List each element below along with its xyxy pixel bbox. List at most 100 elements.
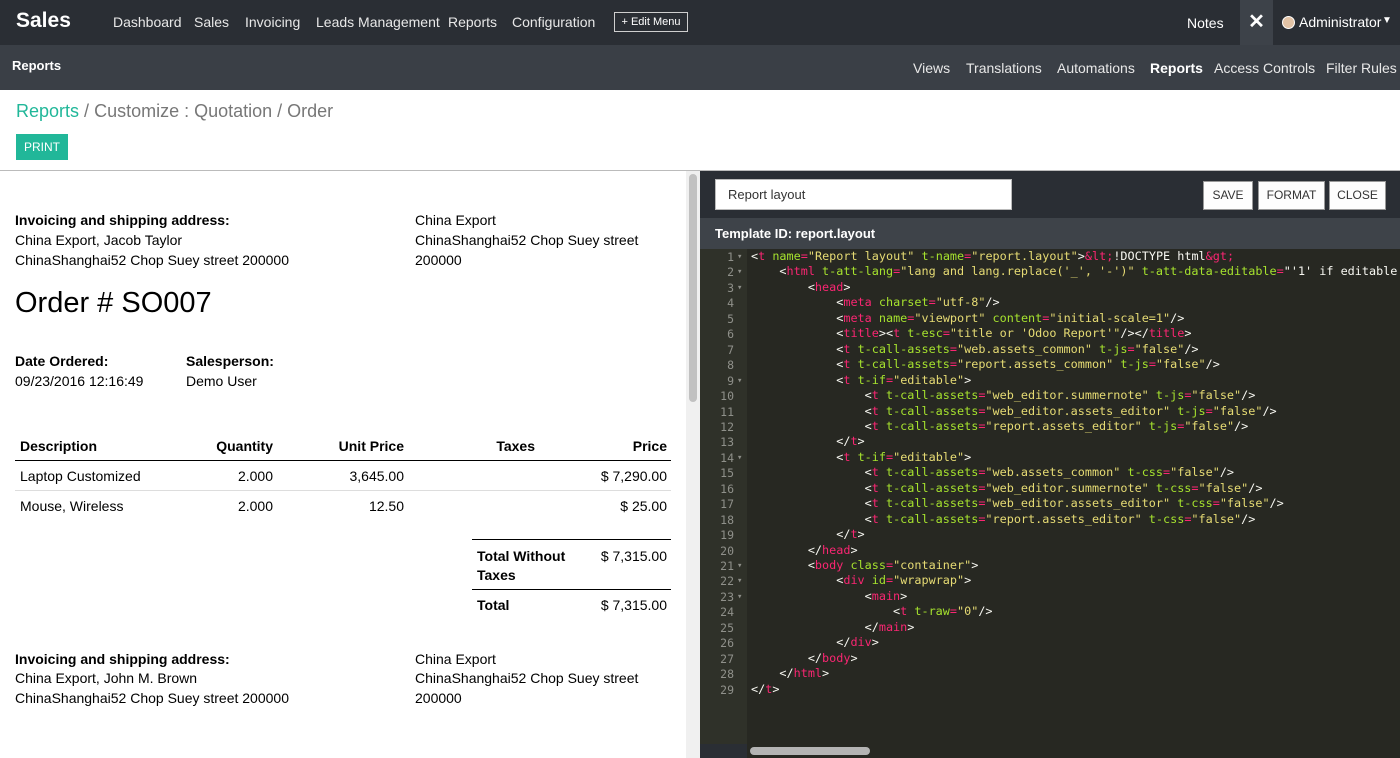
notes-link[interactable]: Notes — [1187, 15, 1224, 31]
code-line[interactable]: <t t-call-assets="web_editor.assets_edit… — [751, 404, 1277, 418]
line-number: 20 — [720, 543, 734, 558]
fold-toggle-icon[interactable]: ▾ — [737, 252, 742, 262]
code-line[interactable]: <t t-call-assets="report.assets_editor" … — [751, 419, 1249, 433]
code-line[interactable]: <main> — [751, 589, 908, 603]
code-line[interactable]: <t t-call-assets="web_editor.assets_edit… — [751, 496, 1284, 510]
code-line[interactable]: <t t-raw="0"/> — [751, 604, 993, 618]
menu-leads-management[interactable]: Leads Management — [316, 14, 440, 30]
code-line[interactable]: <t t-call-assets="report.assets_common" … — [751, 357, 1220, 371]
line-number: 27 — [720, 651, 734, 666]
line-number: 9 — [727, 373, 734, 388]
template-id: Template ID: report.layout — [715, 226, 876, 241]
table-header-unit-price: Unit Price — [338, 438, 404, 454]
app-title[interactable]: Sales — [16, 9, 71, 33]
company-address: 200000 — [415, 690, 462, 706]
line-number: 7 — [727, 342, 734, 357]
code-line[interactable]: </main> — [751, 620, 915, 634]
user-menu[interactable]: Administrator — [1299, 14, 1381, 30]
address-line: China Export, Jacob Taylor — [15, 232, 183, 248]
close-button[interactable]: CLOSE — [1329, 181, 1386, 210]
fold-toggle-icon[interactable]: ▾ — [737, 283, 742, 293]
line-number: 10 — [720, 389, 734, 404]
code-line[interactable]: <t t-call-assets="web.assets_common" t-c… — [751, 465, 1234, 479]
address-line: ChinaShanghai52 Chop Suey street 200000 — [15, 252, 289, 268]
menu-reports[interactable]: Reports — [448, 14, 497, 30]
salesperson-label: Salesperson: — [186, 353, 274, 369]
code-line[interactable]: <title><t t-esc="title or 'Odoo Report'"… — [751, 326, 1191, 340]
table-header-description: Description — [20, 438, 98, 454]
line-number: 26 — [720, 636, 734, 651]
breadcrumb-current: Customize : Quotation / Order — [94, 101, 334, 121]
code-line[interactable]: </body> — [751, 651, 858, 665]
code-line[interactable]: <t t-call-assets="web_editor.summernote"… — [751, 388, 1256, 402]
preview-scrollbar-thumb[interactable] — [689, 174, 697, 402]
line-number: 24 — [720, 605, 734, 620]
caret-down-icon[interactable]: ▼ — [1382, 15, 1392, 26]
cell-unit-price: 12.50 — [368, 498, 404, 514]
code-line[interactable]: <t t-call-assets="web_editor.summernote"… — [751, 481, 1263, 495]
address-heading: Invoicing and shipping address: — [15, 651, 230, 667]
cell-description: Laptop Customized — [20, 468, 141, 484]
breadcrumb-reports-link[interactable]: Reports — [16, 101, 79, 121]
secondary-navbar: Reports Views Translations Automations R… — [0, 45, 1400, 90]
code-line[interactable]: <t t-call-assets="report.assets_editor" … — [751, 512, 1256, 526]
address-line: China Export, John M. Brown — [15, 670, 198, 686]
menu-configuration[interactable]: Configuration — [512, 14, 595, 30]
line-number: 4 — [727, 296, 734, 311]
fold-toggle-icon[interactable]: ▾ — [737, 376, 742, 386]
line-number: 18 — [720, 512, 734, 527]
submenu-automations[interactable]: Automations — [1057, 60, 1135, 76]
code-line[interactable]: <head> — [751, 280, 851, 294]
code-line[interactable]: <t t-if="editable"> — [751, 450, 971, 464]
submenu-filter-rules[interactable]: Filter Rules — [1326, 60, 1397, 76]
totals-top-rule — [472, 539, 671, 540]
avatar[interactable] — [1282, 16, 1295, 29]
section-title: Reports — [12, 58, 62, 73]
fold-toggle-icon[interactable]: ▾ — [737, 453, 742, 463]
edit-menu-button[interactable]: + Edit Menu — [614, 12, 688, 32]
code-line[interactable]: </t> — [751, 527, 864, 541]
format-button[interactable]: FORMAT — [1258, 181, 1325, 210]
line-number: 23 — [720, 589, 734, 604]
save-button[interactable]: SAVE — [1203, 181, 1253, 210]
menu-sales[interactable]: Sales — [194, 14, 229, 30]
fold-toggle-icon[interactable]: ▾ — [737, 576, 742, 586]
close-icon[interactable]: ✕ — [1240, 0, 1273, 45]
line-number: 5 — [727, 311, 734, 326]
menu-dashboard[interactable]: Dashboard — [113, 14, 182, 30]
submenu-views[interactable]: Views — [913, 60, 950, 76]
address-heading: Invoicing and shipping address: — [15, 212, 230, 228]
layout-select-input[interactable]: Report layout — [715, 179, 1012, 210]
line-number: 11 — [720, 404, 734, 419]
code-line[interactable]: </html> — [751, 666, 829, 680]
code-line[interactable]: <t t-if="editable"> — [751, 373, 971, 387]
code-line[interactable]: <t t-call-assets="web.assets_common" t-j… — [751, 342, 1198, 356]
company-address: 200000 — [415, 252, 462, 268]
code-line[interactable]: </t> — [751, 434, 864, 448]
submenu-reports[interactable]: Reports — [1150, 60, 1203, 76]
fold-toggle-icon[interactable]: ▾ — [737, 592, 742, 602]
code-line[interactable]: </head> — [751, 543, 858, 557]
code-line[interactable]: </div> — [751, 635, 879, 649]
fold-toggle-icon[interactable]: ▾ — [737, 267, 742, 277]
code-line[interactable]: </t> — [751, 682, 779, 696]
code-line[interactable]: <meta charset="utf-8"/> — [751, 295, 999, 309]
submenu-access-controls[interactable]: Access Controls — [1214, 60, 1315, 76]
fold-toggle-icon[interactable]: ▾ — [737, 561, 742, 571]
submenu-translations[interactable]: Translations — [966, 60, 1042, 76]
total-value: $ 7,315.00 — [600, 597, 667, 613]
line-number: 1 — [727, 250, 734, 264]
print-button[interactable]: PRINT — [16, 134, 68, 160]
line-number: 13 — [720, 435, 734, 450]
code-line[interactable]: <html t-att-lang="lang and lang.replace(… — [751, 264, 1400, 278]
code-line[interactable]: <meta name="viewport" content="initial-s… — [751, 311, 1184, 325]
code-line[interactable]: <div id="wrapwrap"> — [751, 573, 971, 587]
line-number: 3 — [727, 280, 734, 295]
editor-scrollbar-thumb[interactable] — [750, 747, 870, 755]
address-line: ChinaShanghai52 Chop Suey street 200000 — [15, 690, 289, 706]
code-line[interactable]: <t name="Report layout" t-name="report.l… — [751, 249, 1234, 263]
cell-unit-price: 3,645.00 — [349, 468, 405, 484]
code-line[interactable]: <body class="container"> — [751, 558, 979, 572]
cell-quantity: 2.000 — [237, 498, 273, 514]
menu-invoicing[interactable]: Invoicing — [245, 14, 300, 30]
